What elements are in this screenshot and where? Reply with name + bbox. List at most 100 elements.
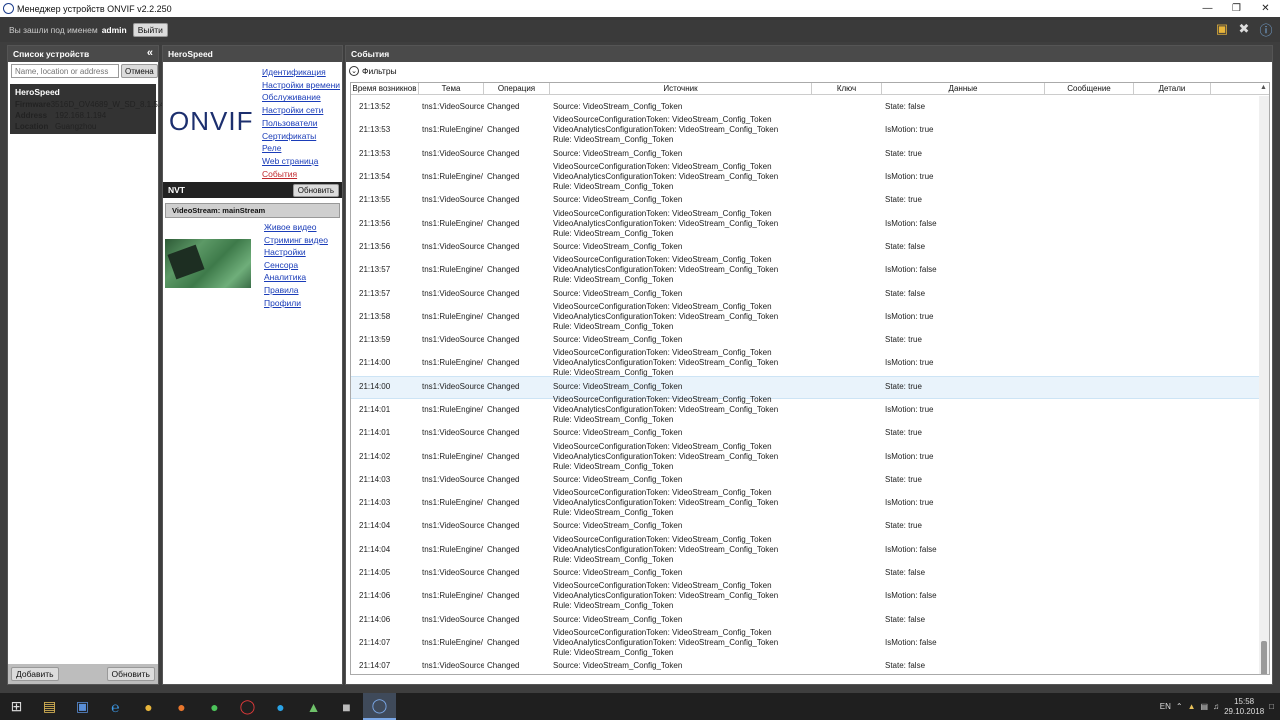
volume-icon[interactable]: ♫ [1213, 702, 1219, 711]
events-scrollbar[interactable]: ▲ [1259, 84, 1269, 674]
link-relay[interactable]: Реле [262, 142, 340, 155]
cell-source: Source: VideoStream_Config_Token [550, 615, 829, 625]
cell-topic: tns1:RuleEngine/ [422, 311, 483, 321]
internet-explorer-icon[interactable]: ℮ [99, 693, 132, 720]
save-icon[interactable]: ▣ [66, 693, 99, 720]
add-device-button[interactable]: Добавить [11, 667, 59, 681]
whatsapp-icon[interactable]: ● [198, 693, 231, 720]
cell-source: VideoSourceConfigurationToken: VideoStre… [550, 535, 829, 565]
table-row[interactable]: 21:13:54 tns1:RuleEngine/Changed VideoSour… [351, 162, 1259, 191]
filters-label: Фильтры [362, 65, 397, 76]
col-operation[interactable]: Операция [484, 83, 550, 94]
cell-source-line: Rule: VideoStream_Config_Token [553, 275, 674, 285]
device-item[interactable]: HeroSpeed Firmware 3516D_OV4689_W_SD_8.1.… [10, 84, 164, 134]
cell-source: Source: VideoStream_Config_Token [550, 382, 829, 392]
video-thumbnail[interactable] [165, 239, 251, 288]
refresh-devices-button[interactable]: Обновить [106, 667, 155, 681]
collapse-icon[interactable]: « [147, 47, 153, 59]
device-search-input[interactable] [11, 64, 119, 78]
cell-source-line: Rule: VideoStream_Config_Token [553, 647, 674, 657]
nvt-label: NVT [168, 185, 185, 195]
table-row[interactable]: 21:14:07 tns1:RuleEngine/Changed VideoSour… [351, 628, 1259, 657]
table-row[interactable]: 21:13:53 tns1:RuleEngine/Changed VideoSour… [351, 115, 1259, 144]
scroll-thumb[interactable] [1261, 641, 1267, 674]
link-maintenance[interactable]: Обслуживание [262, 91, 340, 104]
col-message[interactable]: Сообщение [1045, 83, 1134, 94]
cell-source-line: Source: VideoStream_Config_Token [553, 568, 683, 578]
language-indicator[interactable]: EN [1160, 702, 1171, 711]
link-certificates[interactable]: Сертификаты [262, 130, 340, 143]
info-icon[interactable]: ⓘ [1258, 21, 1274, 38]
cell-source: Source: VideoStream_Config_Token [550, 102, 829, 112]
table-row[interactable]: 21:13:57 tns1:RuleEngine/Changed VideoSour… [351, 255, 1259, 285]
link-identification[interactable]: Идентификация [262, 66, 340, 79]
card-reader-icon[interactable]: ▣ [1214, 21, 1230, 37]
filters-toggle[interactable]: ⌄ Фильтры [346, 62, 1272, 79]
notifications-icon[interactable]: □ [1269, 702, 1274, 711]
cell-source-line: VideoAnalyticsConfigurationToken: VideoS… [553, 591, 779, 601]
cell-source-line: VideoSourceConfigurationToken: VideoStre… [553, 395, 772, 405]
cell-source-line: Source: VideoStream_Config_Token [553, 102, 683, 112]
tray-chevron-up-icon[interactable]: ⌃ [1176, 702, 1183, 711]
close-icon[interactable]: ✕ [1251, 0, 1280, 17]
table-row[interactable]: 21:14:00 tns1:RuleEngine/Changed VideoSour… [351, 348, 1259, 377]
installer-icon[interactable]: ▲ [297, 693, 330, 720]
table-row[interactable]: 21:14:07 tns1:VideoSource Changed Source: V… [351, 655, 1259, 674]
link-network-settings[interactable]: Настройки сети [262, 104, 340, 117]
windows-start-icon[interactable]: ⊞ [0, 693, 33, 720]
table-row[interactable]: 21:14:01 tns1:RuleEngine/Changed VideoSour… [351, 395, 1259, 424]
link-time-settings[interactable]: Настройки времени [262, 79, 340, 92]
file-explorer-icon[interactable]: ▤ [33, 693, 66, 720]
link-events[interactable]: События [262, 168, 340, 181]
network-icon[interactable]: ▤ [1201, 702, 1209, 711]
address-label: Address [15, 111, 48, 120]
link-profiles[interactable]: Профили [264, 297, 342, 310]
cancel-search-button[interactable]: Отмена [121, 64, 158, 78]
cell-time: 21:14:07 [359, 637, 391, 647]
table-row[interactable]: 21:13:56 tns1:RuleEngine/Changed VideoSour… [351, 209, 1259, 238]
table-row[interactable]: 21:13:58 tns1:RuleEngine/Changed VideoSour… [351, 302, 1259, 331]
cell-data: State: false [885, 241, 926, 251]
cell-source-line: Source: VideoStream_Config_Token [553, 474, 683, 484]
link-analytics[interactable]: Аналитика [264, 271, 342, 284]
stream-selector[interactable]: VideoStream: mainStream [165, 203, 340, 218]
opera-icon[interactable]: ◯ [231, 693, 264, 720]
col-key[interactable]: Ключ [812, 83, 882, 94]
col-details[interactable]: Детали [1134, 83, 1211, 94]
table-row[interactable]: 21:14:04 tns1:RuleEngine/Changed VideoSour… [351, 535, 1259, 564]
chrome-icon[interactable]: ● [132, 693, 165, 720]
link-web-page[interactable]: Web страница [262, 155, 340, 168]
onvif-manager-icon[interactable]: ◯ [363, 693, 396, 720]
cell-time: 21:14:04 [359, 544, 391, 554]
link-users[interactable]: Пользователи [262, 117, 340, 130]
device-name: HeroSpeed [15, 87, 60, 97]
col-topic[interactable]: Тема [419, 83, 484, 94]
col-data[interactable]: Данные [882, 83, 1045, 94]
clock[interactable]: 15:58 29.10.2018 [1224, 697, 1264, 717]
nvt-refresh-button[interactable]: Обновить [292, 184, 339, 197]
col-source[interactable]: Источник [550, 83, 812, 94]
cell-data: State: true [885, 428, 922, 438]
tray-app-icon[interactable]: ▲ [1188, 702, 1196, 711]
link-rules[interactable]: Правила [264, 284, 342, 297]
table-row[interactable]: 21:14:03 tns1:RuleEngine/Changed VideoSour… [351, 488, 1259, 517]
firefox-icon[interactable]: ● [165, 693, 198, 720]
cell-topic: tns1:VideoSource [422, 195, 484, 205]
cell-operation: Changed [487, 498, 520, 508]
tools-icon[interactable]: ✖ [1236, 21, 1252, 37]
table-row[interactable]: 21:14:06 tns1:RuleEngine/Changed VideoSour… [351, 581, 1259, 610]
link-live-video[interactable]: Живое видео [264, 221, 342, 234]
cell-data: IsMotion: false [885, 637, 937, 647]
minimize-icon[interactable]: — [1193, 0, 1222, 17]
scroll-up-icon[interactable]: ▲ [1260, 84, 1267, 91]
link-sensor-settings[interactable]: Настройки Сенсора [264, 246, 342, 271]
table-row[interactable]: 21:14:02 tns1:RuleEngine/Changed VideoSour… [351, 442, 1259, 471]
cell-source-line: Rule: VideoStream_Config_Token [553, 228, 674, 238]
firmware-value: 3516D_OV4689_W_SD_8.1.5.4 [50, 100, 165, 109]
link-video-streaming[interactable]: Стриминг видео [264, 234, 342, 247]
logout-button[interactable]: Выйти [132, 22, 168, 37]
col-time[interactable]: Время возникнов [351, 83, 419, 94]
skype-icon[interactable]: ● [264, 693, 297, 720]
media-icon[interactable]: ■ [330, 693, 363, 720]
restore-icon[interactable]: ❐ [1222, 0, 1251, 17]
